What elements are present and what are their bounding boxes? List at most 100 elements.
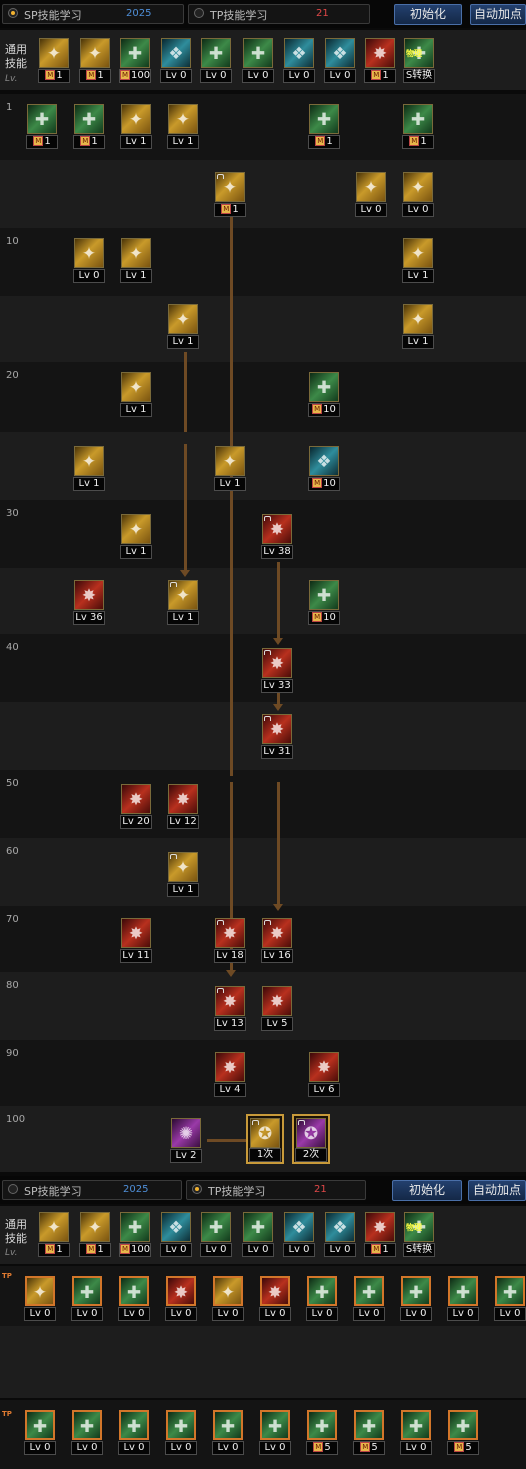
figure-skill-icon[interactable]: ✚ — [243, 38, 273, 68]
figure-skill-icon[interactable]: ✚ — [243, 1212, 273, 1242]
body-skill-slot[interactable]: ✚ M 100 — [119, 1212, 153, 1262]
fury-skill-icon[interactable]: ✸ — [121, 784, 151, 814]
cut-skill-slot[interactable]: ✸ Lv 31 — [261, 714, 295, 764]
slash-skill-slot[interactable]: ✚ Lv 0 — [118, 1276, 152, 1326]
shield-skill-icon[interactable]: ✸ — [166, 1276, 196, 1306]
kick-skill-slot[interactable]: ✦ M 1 — [79, 38, 113, 88]
cut-skill-icon[interactable]: ✸ — [262, 714, 292, 744]
meteor-skill-icon[interactable]: ✸ — [309, 1052, 339, 1082]
axe-skill-icon[interactable]: ✦ — [25, 1276, 55, 1306]
roar-skill-slot[interactable]: ✦ Lv 1 — [73, 446, 107, 496]
meteor-skill-slot[interactable]: ✸ Lv 6 — [308, 1052, 342, 1102]
fist-skill-slot[interactable]: ✦ M 1 — [38, 38, 72, 88]
armor-skill-icon[interactable]: ❖ — [325, 38, 355, 68]
slash-skill-icon[interactable]: ✦ — [121, 104, 151, 134]
blade-skill-slot[interactable]: ✸ Lv 38 — [261, 514, 295, 564]
fist-skill-slot[interactable]: ✦ M 1 — [38, 1212, 72, 1262]
spiral-skill-slot[interactable]: ✚ M 1 — [73, 104, 107, 154]
burst-skill-slot[interactable]: ❖ M 10 — [308, 446, 342, 496]
figure-skill-icon[interactable]: ✚ — [401, 1276, 431, 1306]
tear-skill-slot[interactable]: ✚ M 5 — [306, 1410, 340, 1460]
target-skill-slot[interactable]: ✚ Lv 0 — [200, 1212, 234, 1262]
wings-skill-icon[interactable]: ❖ — [161, 1212, 191, 1242]
wave-skill-slot[interactable]: ✦ Lv 0 — [355, 172, 389, 222]
blade-skill-icon[interactable]: ✸ — [262, 514, 292, 544]
cross-skill-icon[interactable]: ✸ — [215, 918, 245, 948]
convert-skill-icon[interactable]: ✚ 物理 — [404, 1212, 434, 1242]
rush-skill-icon[interactable]: ✸ — [260, 1276, 290, 1306]
arc-skill-slot[interactable]: ✚ Lv 0 — [353, 1276, 387, 1326]
wave-skill-icon[interactable]: ✦ — [213, 1276, 243, 1306]
target-skill-icon[interactable]: ✚ — [201, 1212, 231, 1242]
storm-skill-slot[interactable]: ✸ Lv 36 — [73, 580, 107, 630]
reset-button[interactable]: 初始化 — [392, 1180, 462, 1201]
slash-skill-slot[interactable]: ✦ Lv 1 — [120, 104, 154, 154]
beast-skill-slot[interactable]: ✚ Lv 0 — [212, 1410, 246, 1460]
spiral-skill-icon[interactable]: ✚ — [74, 104, 104, 134]
dash-skill-slot[interactable]: ✦ Lv 0 — [73, 238, 107, 288]
fist-skill-icon[interactable]: ✦ — [39, 38, 69, 68]
cross-skill-slot[interactable]: ✸ Lv 18 — [214, 918, 248, 968]
convert-skill-icon[interactable]: ✚ 物理 — [404, 38, 434, 68]
tab-tp-skill-learn[interactable]: TP技能学习 21 — [186, 1180, 366, 1200]
armor-skill-slot[interactable]: ❖ Lv 0 — [324, 1212, 358, 1262]
convert-skill-slot[interactable]: ✚ 物理 S转换 — [403, 1212, 437, 1262]
spin-skill-icon[interactable]: ✦ — [403, 304, 433, 334]
fire-skill-slot[interactable]: ✸ M 1 — [364, 38, 398, 88]
convert-skill-slot[interactable]: ✚ 物理 S转换 — [403, 38, 437, 88]
axe-skill-slot[interactable]: ✦ Lv 0 — [24, 1276, 58, 1326]
spiral-skill-icon[interactable]: ✚ — [72, 1276, 102, 1306]
storm-skill-slot[interactable]: ✚ Lv 0 — [259, 1410, 293, 1460]
cut-skill-slot[interactable]: ✚ M 5 — [353, 1410, 387, 1460]
awakening-first-slot[interactable]: ✪ 1次 — [246, 1114, 284, 1164]
target-skill-slot[interactable]: ✚ Lv 0 — [200, 38, 234, 88]
fire-skill-icon[interactable]: ✸ — [365, 38, 395, 68]
tear-skill-icon[interactable]: ✸ — [262, 918, 292, 948]
cut-skill-icon[interactable]: ✚ — [354, 1410, 384, 1440]
claw-skill-slot[interactable]: ✚ Lv 0 — [118, 1410, 152, 1460]
fury-skill-slot[interactable]: ✸ Lv 20 — [120, 784, 154, 834]
fire-skill-slot[interactable]: ✸ M 1 — [364, 1212, 398, 1262]
spiral-skill-slot[interactable]: ✚ Lv 0 — [71, 1410, 105, 1460]
strike-skill-slot[interactable]: ✚ Lv 0 — [494, 1276, 526, 1326]
strike-skill-slot[interactable]: ✚ M 1 — [402, 104, 436, 154]
strike-skill-icon[interactable]: ✚ — [403, 104, 433, 134]
figure-skill-slot[interactable]: ✚ Lv 0 — [242, 1212, 276, 1262]
spin-skill-slot[interactable]: ✦ Lv 1 — [402, 304, 436, 354]
rend-skill-slot[interactable]: ✸ Lv 33 — [261, 648, 295, 698]
beast-skill-icon[interactable]: ✸ — [215, 1052, 245, 1082]
body-skill-icon[interactable]: ✚ — [120, 38, 150, 68]
thrust-skill-slot[interactable]: ✦ M 1 — [214, 172, 248, 222]
fang-skill-slot[interactable]: ✚ M 10 — [308, 580, 342, 630]
rend-skill-icon[interactable]: ✸ — [262, 648, 292, 678]
storm-skill-icon[interactable]: ✸ — [74, 580, 104, 610]
whirl-skill-icon[interactable]: ✦ — [403, 238, 433, 268]
fang-skill-slot[interactable]: ✚ Lv 0 — [165, 1410, 199, 1460]
figure-skill-slot[interactable]: ✚ Lv 0 — [242, 38, 276, 88]
rise-skill-icon[interactable]: ✚ — [401, 1410, 431, 1440]
rush-skill-icon[interactable]: ✦ — [168, 580, 198, 610]
wave-skill-slot[interactable]: ✦ Lv 0 — [212, 1276, 246, 1326]
auto-assign-button[interactable]: 自动加点 — [468, 1180, 526, 1201]
edge-skill-slot[interactable]: ✚ M 5 — [447, 1410, 481, 1460]
thrust-skill-icon[interactable]: ✦ — [215, 172, 245, 202]
rise-skill-slot[interactable]: ✦ Lv 1 — [167, 304, 201, 354]
fire-skill-icon[interactable]: ✸ — [365, 1212, 395, 1242]
armor-skill-slot[interactable]: ❖ Lv 0 — [324, 38, 358, 88]
tear-skill-icon[interactable]: ✚ — [307, 1410, 337, 1440]
figure-skill-slot[interactable]: ✚ Lv 0 — [400, 1276, 434, 1326]
storm-skill-icon[interactable]: ✚ — [260, 1410, 290, 1440]
dash-skill-icon[interactable]: ✚ — [448, 1276, 478, 1306]
orb-skill-icon[interactable]: ✚ — [309, 104, 339, 134]
arc-skill-icon[interactable]: ✦ — [121, 514, 151, 544]
kick-skill-icon[interactable]: ✦ — [80, 1212, 110, 1242]
cleave-skill-icon[interactable]: ✦ — [215, 446, 245, 476]
fang-skill-icon[interactable]: ✚ — [166, 1410, 196, 1440]
claw-skill-slot[interactable]: ✚ M 10 — [308, 372, 342, 422]
roar-skill-icon[interactable]: ✦ — [74, 446, 104, 476]
claw-skill-icon[interactable]: ✚ — [309, 372, 339, 402]
body-skill-slot[interactable]: ✚ M 100 — [119, 38, 153, 88]
shield-skill-slot[interactable]: ✦ Lv 0 — [402, 172, 436, 222]
fang-skill-icon[interactable]: ✚ — [309, 580, 339, 610]
tornado-skill-slot[interactable]: ✸ Lv 11 — [120, 918, 154, 968]
